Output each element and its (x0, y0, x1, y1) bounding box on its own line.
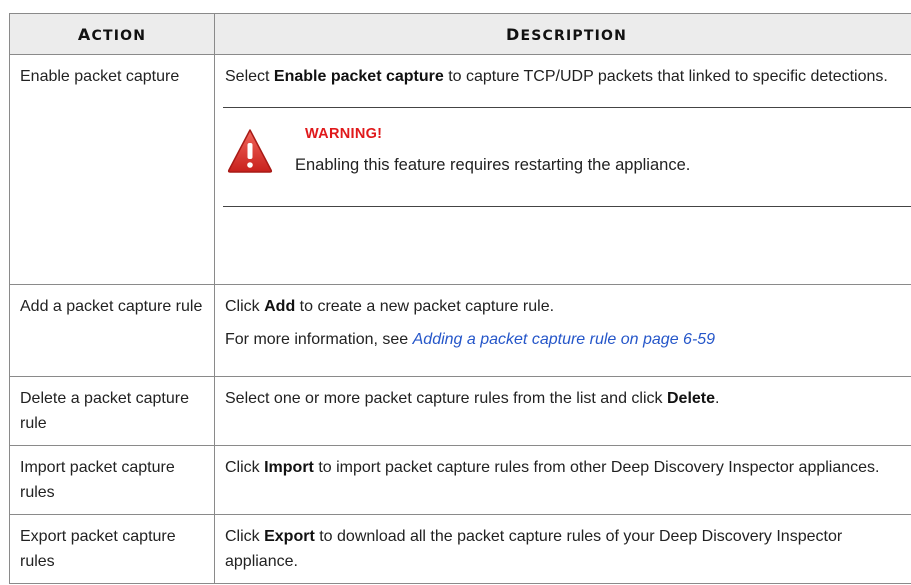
more-info-text: For more information, see Adding a packe… (225, 331, 716, 348)
description-cell: Click Add to create a new packet capture… (214, 284, 911, 377)
action-cell: Add a packet capture rule (9, 284, 215, 377)
table-row: Export packet capture rules Click Export… (9, 514, 911, 584)
action-label: Delete a packet capture rule (20, 390, 189, 432)
action-label: Enable packet capture (20, 68, 180, 85)
action-label: Import packet capture rules (20, 459, 175, 501)
description-text: Click Add to create a new packet capture… (225, 298, 555, 315)
warning-callout: WARNING! Enabling this feature requires … (223, 107, 911, 207)
description-cell: Select one or more packet capture rules … (214, 376, 911, 446)
description-text: Select one or more packet capture rules … (225, 390, 720, 407)
action-cell: Delete a packet capture rule (9, 376, 215, 446)
action-cell: Enable packet capture (9, 54, 215, 285)
warning-text: Enabling this feature requires restartin… (295, 156, 691, 174)
table-row: Delete a packet capture rule Select one … (9, 376, 911, 446)
packet-capture-actions-table: ACTION DESCRIPTION Enable packet capture… (9, 13, 911, 584)
warning-icon (227, 129, 273, 173)
description-text: Click Import to import packet capture ru… (225, 459, 880, 476)
table-row: Import packet capture rules Click Import… (9, 445, 911, 515)
action-label: Add a packet capture rule (20, 298, 203, 315)
cross-reference-link[interactable]: Adding a packet capture rule on page 6-5… (413, 331, 715, 348)
table-header-row: ACTION DESCRIPTION (9, 13, 911, 55)
description-cell: Click Import to import packet capture ru… (214, 445, 911, 515)
description-cell: Select Enable packet capture to capture … (214, 54, 911, 285)
column-header-description: DESCRIPTION (214, 13, 911, 55)
description-text: Select Enable packet capture to capture … (225, 68, 888, 85)
action-label: Export packet capture rules (20, 528, 176, 570)
table-row: Enable packet capture Select Enable pack… (9, 54, 911, 285)
action-cell: Export packet capture rules (9, 514, 215, 584)
table-row: Add a packet capture rule Click Add to c… (9, 284, 911, 377)
warning-title: WARNING! (305, 126, 383, 142)
description-text: Click Export to download all the packet … (225, 528, 843, 570)
description-cell: Click Export to download all the packet … (214, 514, 911, 584)
column-header-action: ACTION (9, 13, 215, 55)
action-cell: Import packet capture rules (9, 445, 215, 515)
